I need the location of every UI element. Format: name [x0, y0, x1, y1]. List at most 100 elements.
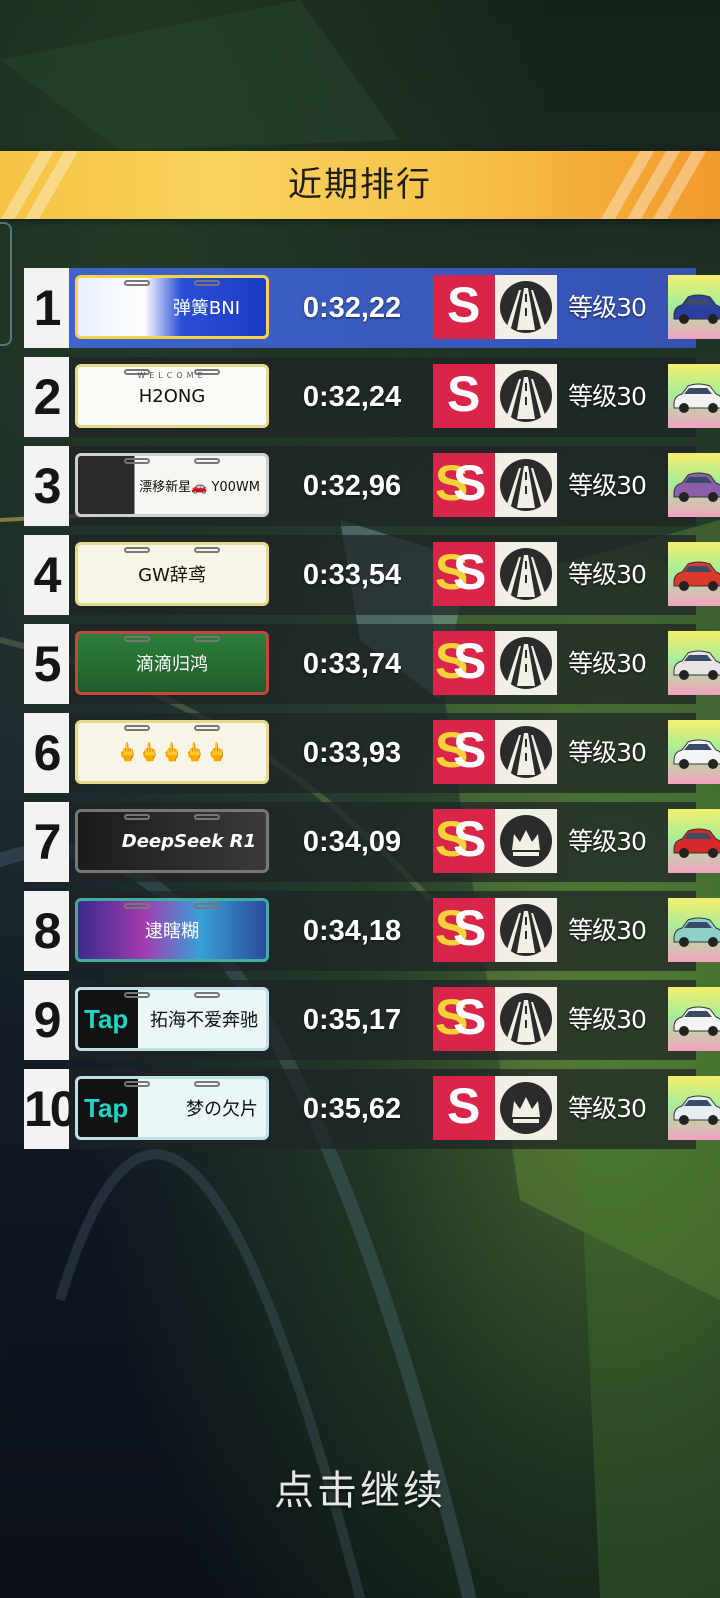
player-level: 等级30: [568, 916, 647, 945]
rank-number: 5: [24, 624, 69, 704]
car-icon: [668, 1076, 720, 1140]
grade-letter: S: [453, 989, 487, 1045]
rank-number: 8: [24, 891, 69, 971]
leaderboard-row: 2 H2ONG WELCOME 0:32,24 S 等级30: [24, 357, 720, 437]
lap-time: 0:35,62: [302, 1093, 402, 1125]
grade-letter: S: [453, 811, 487, 867]
grade-badge: SS: [433, 542, 495, 606]
player-level: 等级30: [568, 738, 647, 767]
car-icon: [668, 631, 720, 695]
rank-number: 6: [24, 713, 69, 793]
row-body: 拓海不爱奔驰 Tap 0:35,17 S S 等级30: [69, 980, 720, 1060]
player-level: 等级30: [568, 1005, 647, 1034]
car-icon: [668, 987, 720, 1051]
player-level: 等级30: [568, 1094, 647, 1123]
road-icon: [495, 898, 557, 962]
grade-letter: S: [447, 366, 481, 422]
rank-number: 1: [24, 268, 69, 348]
player-name-plate: 🖕🖕🖕🖕🖕: [75, 720, 269, 784]
leaderboard-row: 3 漂移新星🚗 Y00WM 0:32,96 S S 等级30: [24, 446, 720, 526]
road-icon: [495, 275, 557, 339]
player-name: DeepSeek R1: [121, 830, 256, 852]
leaderboard-row: 4 GW辞鸢 0:33,54 S S 等级30: [24, 535, 720, 615]
player-level: 等级30: [568, 293, 647, 322]
lap-time: 0:32,96: [302, 470, 402, 502]
player-name-plate: 拓海不爱奔驰 Tap: [75, 987, 269, 1051]
rank-number: 7: [24, 802, 69, 882]
grade-badge: S: [433, 275, 495, 339]
crown-icon: [495, 809, 557, 873]
player-name-plate: 滴滴归鸿: [75, 631, 269, 695]
player-name-plate: 梦の欠片 Tap: [75, 1076, 269, 1140]
lap-time: 0:33,54: [302, 559, 402, 591]
lap-time: 0:33,93: [302, 737, 402, 769]
lap-time: 0:34,18: [302, 915, 402, 947]
player-name-plate: 逮瞎糊: [75, 898, 269, 962]
leaderboard-row: 6 🖕🖕🖕🖕🖕 0:33,93 S S 等级30: [24, 713, 720, 793]
row-body: 梦の欠片 Tap 0:35,62 S 等级30: [69, 1069, 720, 1149]
car-icon: [668, 542, 720, 606]
road-icon: [495, 631, 557, 695]
grade-letter: S: [453, 722, 487, 778]
leaderboard-row: 5 滴滴归鸿 0:33,74 S S 等级30: [24, 624, 720, 704]
player-level: 等级30: [568, 827, 647, 856]
lap-time: 0:32,22: [302, 292, 402, 324]
grade-badge: SS: [433, 720, 495, 784]
row-body: DeepSeek R1 0:34,09 S S 等级30: [69, 802, 720, 882]
plate-welcome-label: WELCOME: [137, 371, 207, 380]
player-name: 🖕🖕🖕🖕🖕: [115, 741, 229, 763]
car-icon: [668, 720, 720, 784]
car-icon: [668, 809, 720, 873]
road-icon: [495, 720, 557, 784]
lap-time: 0:35,17: [302, 1004, 402, 1036]
rank-number: 3: [24, 446, 69, 526]
lap-time: 0:34,09: [302, 826, 402, 858]
grade-badge: SS: [433, 453, 495, 517]
lap-time: 0:32,24: [302, 381, 402, 413]
side-tab: [0, 222, 12, 346]
car-icon: [668, 898, 720, 962]
player-level: 等级30: [568, 649, 647, 678]
crown-icon: [495, 1076, 557, 1140]
leaderboard-row: 1 弹簧BNI 0:32,22 S 等级30: [24, 268, 720, 348]
player-name-plate: 漂移新星🚗 Y00WM: [75, 453, 269, 517]
rank-number: 4: [24, 535, 69, 615]
grade-badge: SS: [433, 809, 495, 873]
page-title: 近期排行: [288, 165, 432, 205]
grade-letter: S: [453, 633, 487, 689]
row-body: 逮瞎糊 0:34,18 S S 等级30: [69, 891, 720, 971]
leaderboard-row: 7 DeepSeek R1 0:34,09 S S 等级30: [24, 802, 720, 882]
player-name: 漂移新星🚗 Y00WM: [139, 479, 260, 495]
grade-badge: SS: [433, 987, 495, 1051]
tap-logo: Tap: [84, 1093, 129, 1123]
grade-letter: S: [447, 277, 481, 333]
leaderboard-row: 10 梦の欠片 Tap 0:35,62 S 等级30: [24, 1069, 720, 1149]
rank-number: 9: [24, 980, 69, 1060]
player-name: 逮瞎糊: [145, 921, 199, 942]
tap-logo: Tap: [84, 1004, 129, 1034]
player-level: 等级30: [568, 560, 647, 589]
player-name-plate: 弹簧BNI: [75, 275, 269, 339]
car-icon: [668, 453, 720, 517]
leaderboard-row: 8 逮瞎糊 0:34,18 S S 等级30: [24, 891, 720, 971]
player-name: 弹簧BNI: [172, 298, 240, 319]
road-icon: [495, 987, 557, 1051]
road-icon: [495, 542, 557, 606]
grade-letter: S: [453, 455, 487, 511]
grade-badge: S: [433, 364, 495, 428]
player-name: GW辞鸢: [138, 565, 206, 586]
row-body: GW辞鸢 0:33,54 S S 等级30: [69, 535, 720, 615]
road-icon: [495, 453, 557, 517]
grade-badge: S: [433, 1076, 495, 1140]
car-icon: [668, 275, 720, 339]
player-name-plate: GW辞鸢: [75, 542, 269, 606]
grade-letter: S: [453, 544, 487, 600]
road-icon: [495, 364, 557, 428]
header-banner: 近期排行: [0, 151, 720, 219]
player-name-plate: H2ONG WELCOME: [75, 364, 269, 428]
player-level: 等级30: [568, 471, 647, 500]
row-body: 🖕🖕🖕🖕🖕 0:33,93 S S 等级30: [69, 713, 720, 793]
continue-button[interactable]: 点击继续: [0, 1458, 720, 1516]
player-name: 滴滴归鸿: [136, 654, 208, 675]
row-body: 滴滴归鸿 0:33,74 S S 等级30: [69, 624, 720, 704]
